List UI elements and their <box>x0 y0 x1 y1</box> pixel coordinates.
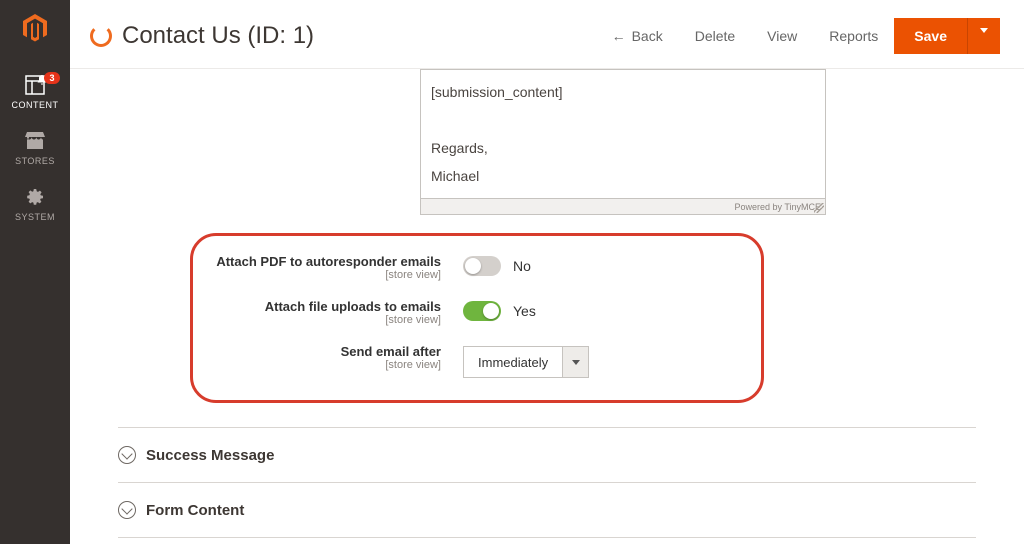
field-label: Send email after <box>203 344 441 359</box>
section-customer-groups[interactable]: Customer Groups <box>118 537 976 544</box>
admin-sidebar: CONTENT 3 STORES SYSTEM <box>0 0 70 544</box>
collapse-icon <box>118 446 136 464</box>
editor-line: Michael <box>431 162 815 190</box>
loading-spinner-icon <box>90 25 112 47</box>
toggle-value: No <box>513 258 531 274</box>
highlighted-settings: Attach PDF to autoresponder emails [stor… <box>190 233 764 403</box>
attach-files-toggle[interactable] <box>463 301 501 321</box>
select-dropdown[interactable] <box>562 347 588 377</box>
section-form-content[interactable]: Form Content <box>118 482 976 537</box>
field-label: Attach file uploads to emails <box>203 299 441 314</box>
save-dropdown[interactable] <box>967 18 1000 54</box>
field-scope: [store view] <box>203 314 441 326</box>
send-after-select[interactable]: Immediately <box>463 346 589 378</box>
reports-button[interactable]: Reports <box>813 20 894 52</box>
nav-stores[interactable]: STORES <box>0 120 70 176</box>
attach-pdf-toggle[interactable] <box>463 256 501 276</box>
view-button[interactable]: View <box>751 20 813 52</box>
section-success-message[interactable]: Success Message <box>118 427 976 482</box>
caret-down-icon <box>980 28 988 33</box>
nav-content[interactable]: CONTENT 3 <box>0 64 70 120</box>
editor-line: [submission_content] <box>431 78 815 106</box>
collapse-icon <box>118 501 136 519</box>
notification-badge: 3 <box>44 72 60 84</box>
editor-line: Regards, <box>431 134 815 162</box>
caret-down-icon <box>572 360 580 365</box>
toggle-value: Yes <box>513 303 536 319</box>
nav-system[interactable]: SYSTEM <box>0 176 70 232</box>
save-button[interactable]: Save <box>894 18 967 54</box>
field-label: Attach PDF to autoresponder emails <box>203 254 441 269</box>
back-button[interactable]: ← Back <box>596 20 679 52</box>
delete-button[interactable]: Delete <box>679 20 751 52</box>
nav-label: STORES <box>15 156 55 166</box>
magento-logo[interactable] <box>17 10 53 46</box>
resize-handle[interactable] <box>814 203 824 213</box>
wysiwyg-editor[interactable]: [submission_content] Regards, Michael Po… <box>420 69 826 215</box>
field-scope: [store view] <box>203 359 441 371</box>
field-scope: [store view] <box>203 269 441 281</box>
arrow-left-icon: ← <box>612 28 626 44</box>
stores-icon <box>24 130 46 152</box>
page-header: Contact Us (ID: 1) ← Back Delete View Re… <box>70 0 1024 69</box>
gear-icon <box>24 186 46 208</box>
nav-label: CONTENT <box>12 100 59 110</box>
editor-footer: Powered by TinyMCE <box>421 198 825 214</box>
page-title: Contact Us (ID: 1) <box>122 22 314 50</box>
nav-label: SYSTEM <box>15 212 55 222</box>
